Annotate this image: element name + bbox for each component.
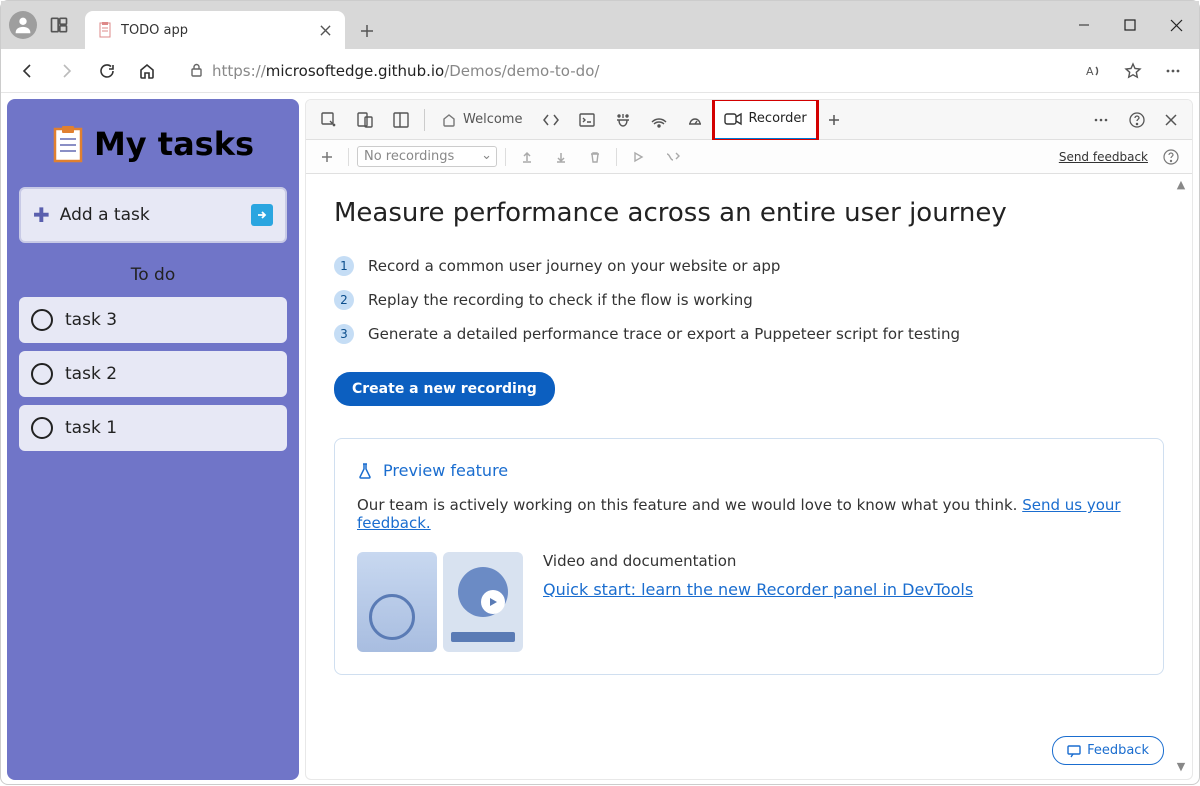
new-tab-button[interactable]: [349, 13, 385, 49]
task-label: task 3: [65, 310, 117, 330]
read-aloud-button[interactable]: A: [1075, 53, 1111, 89]
device-toggle-icon[interactable]: [348, 100, 382, 140]
home-button[interactable]: [129, 53, 165, 89]
preview-feature-card: Preview feature Our team is actively wor…: [334, 438, 1164, 675]
svg-text:A: A: [1086, 65, 1094, 78]
thumbnail-icon: [357, 552, 437, 652]
tab-recorder[interactable]: Recorder: [714, 100, 816, 140]
minimize-button[interactable]: [1061, 1, 1107, 49]
replay-icon[interactable]: [625, 144, 651, 170]
devtools-tabbar: Welcome Recorder: [306, 100, 1192, 140]
quickstart-link[interactable]: Quick start: learn the new Recorder pane…: [543, 580, 973, 599]
close-window-button[interactable]: [1153, 1, 1199, 49]
todo-header: My tasks: [19, 125, 287, 163]
preview-text: Our team is actively working on this fea…: [357, 496, 1141, 532]
devtools-more-icon[interactable]: [1084, 100, 1118, 140]
tab-title: TODO app: [121, 23, 309, 38]
back-button[interactable]: [9, 53, 45, 89]
add-task-label: Add a task: [60, 205, 241, 225]
submit-arrow-icon[interactable]: [251, 204, 273, 226]
todo-section-title: To do: [19, 265, 287, 285]
preview-thumbnails: [357, 552, 523, 652]
address-bar[interactable]: https://microsoftedge.github.io/Demos/de…: [177, 55, 1063, 87]
task-item[interactable]: task 3: [19, 297, 287, 343]
lock-icon[interactable]: [189, 63, 204, 78]
create-recording-button[interactable]: Create a new recording: [334, 372, 555, 406]
dock-side-icon[interactable]: [384, 100, 418, 140]
import-icon[interactable]: [514, 144, 540, 170]
video-heading: Video and documentation: [543, 552, 973, 570]
thumbnail-video-icon: [443, 552, 523, 652]
tab-sources-icon[interactable]: [606, 100, 640, 140]
workspaces-icon[interactable]: [49, 15, 69, 35]
preview-header: Preview feature: [357, 461, 1141, 480]
task-checkbox[interactable]: [31, 363, 53, 385]
url-text: https://microsoftedge.github.io/Demos/de…: [212, 62, 599, 80]
task-label: task 1: [65, 418, 117, 438]
tab-console-icon[interactable]: [570, 100, 604, 140]
recording-select[interactable]: No recordings: [357, 146, 497, 167]
send-feedback-link[interactable]: Send feedback: [1059, 150, 1148, 164]
delete-icon[interactable]: [582, 144, 608, 170]
tab-performance-icon[interactable]: [678, 100, 712, 140]
refresh-button[interactable]: [89, 53, 125, 89]
profile-icon[interactable]: [9, 11, 37, 39]
devtools-help-icon[interactable]: [1120, 100, 1154, 140]
todo-app-panel: My tasks ✚ Add a task To do task 3 task …: [7, 99, 299, 780]
plus-icon: ✚: [33, 203, 50, 227]
task-item[interactable]: task 2: [19, 351, 287, 397]
performance-trace-icon[interactable]: [659, 144, 685, 170]
tab-favicon-icon: [97, 22, 113, 38]
task-checkbox[interactable]: [31, 309, 53, 331]
step-item: 2Replay the recording to check if the fl…: [334, 290, 1164, 310]
page-heading: Measure performance across an entire use…: [334, 198, 1164, 228]
favorite-button[interactable]: [1115, 53, 1151, 89]
tab-welcome[interactable]: Welcome: [431, 100, 532, 140]
feedback-button[interactable]: Feedback: [1052, 736, 1164, 765]
devtools-panel: Welcome Recorder No recordings: [305, 99, 1193, 780]
new-recording-icon[interactable]: [314, 144, 340, 170]
flask-icon: [357, 462, 373, 480]
browser-tab[interactable]: TODO app: [85, 11, 345, 49]
add-task-button[interactable]: ✚ Add a task: [19, 187, 287, 243]
task-item[interactable]: task 1: [19, 405, 287, 451]
maximize-button[interactable]: [1107, 1, 1153, 49]
export-icon[interactable]: [548, 144, 574, 170]
step-item: 1Record a common user journey on your we…: [334, 256, 1164, 276]
clipboard-icon: [52, 125, 84, 163]
task-checkbox[interactable]: [31, 417, 53, 439]
tab-network-icon[interactable]: [642, 100, 676, 140]
browser-toolbar: https://microsoftedge.github.io/Demos/de…: [1, 49, 1199, 93]
toolbar-help-icon[interactable]: [1158, 144, 1184, 170]
recorder-body: Measure performance across an entire use…: [306, 174, 1192, 779]
window-titlebar: TODO app: [1, 1, 1199, 49]
recorder-toolbar: No recordings Send feedback: [306, 140, 1192, 174]
scroll-down-icon[interactable]: ▼: [1174, 760, 1188, 773]
more-tabs-button[interactable]: [819, 100, 849, 140]
forward-button: [49, 53, 85, 89]
inspect-element-icon[interactable]: [312, 100, 346, 140]
todo-title: My tasks: [94, 125, 254, 163]
task-label: task 2: [65, 364, 117, 384]
settings-menu-button[interactable]: [1155, 53, 1191, 89]
devtools-close-icon[interactable]: [1156, 100, 1186, 140]
close-tab-icon[interactable]: [317, 22, 333, 38]
tab-elements-icon[interactable]: [534, 100, 568, 140]
step-item: 3Generate a detailed performance trace o…: [334, 324, 1164, 344]
